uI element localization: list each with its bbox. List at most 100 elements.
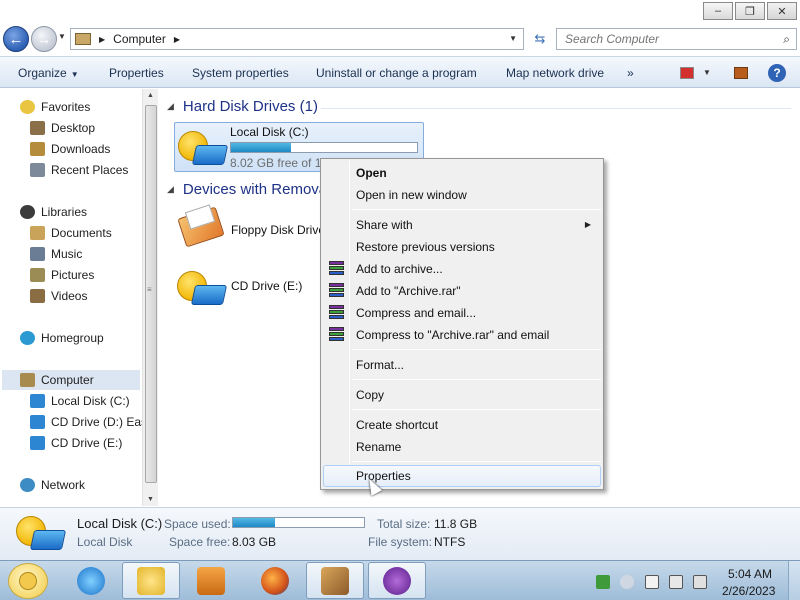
sidebar-item-libraries[interactable]: Libraries — [20, 202, 87, 222]
menu-item-open-new-window[interactable]: Open in new window — [323, 184, 601, 206]
start-orb-icon — [19, 572, 37, 590]
local-disk-icon — [30, 394, 45, 408]
recent-pages-dropdown[interactable]: ▼ — [58, 32, 66, 41]
group-header-hard-disk-drives[interactable]: ◢ Hard Disk Drives (1) — [167, 98, 318, 115]
archiver-icon — [321, 566, 349, 595]
sidebar-item-cd-drive-d[interactable]: CD Drive (D:) Eas — [30, 412, 147, 432]
action-center-flag-icon[interactable] — [645, 575, 659, 589]
breadcrumb-separator-icon[interactable]: ▶ — [99, 35, 105, 44]
organize-button[interactable]: Organize ▼ — [18, 66, 79, 80]
back-button[interactable]: ← — [3, 26, 29, 52]
change-view-icon[interactable] — [680, 67, 694, 79]
search-input[interactable] — [565, 32, 765, 46]
cd-drive-name[interactable]: CD Drive (E:) — [231, 279, 302, 293]
group-header-removable-storage[interactable]: ◢ Devices with Remova — [167, 181, 327, 198]
scrollbar-grip-icon: ≡ — [147, 285, 152, 294]
sidebar-item-videos[interactable]: Videos — [30, 286, 87, 306]
taskbar-media-player[interactable] — [182, 562, 240, 599]
pictures-icon — [30, 268, 45, 282]
maximize-button[interactable]: ❐ — [735, 2, 765, 20]
details-pane: Local Disk (C:) Local Disk Space used: S… — [0, 507, 800, 560]
preview-pane-icon[interactable] — [734, 67, 748, 79]
minimize-button[interactable]: – — [703, 2, 733, 20]
menu-item-copy[interactable]: Copy — [323, 384, 601, 406]
menu-item-restore-previous-versions[interactable]: Restore previous versions — [323, 236, 601, 258]
menu-item-share-with[interactable]: Share with ▶ — [323, 214, 601, 236]
forward-button[interactable]: → — [31, 26, 57, 52]
menu-item-add-to-archive-rar[interactable]: Add to "Archive.rar" — [323, 280, 601, 302]
scroll-down-icon[interactable]: ▼ — [147, 496, 154, 503]
winrar-icon — [329, 261, 344, 277]
sidebar-item-documents[interactable]: Documents — [30, 223, 112, 243]
taskbar-archiver[interactable] — [306, 562, 364, 599]
taskbar-firefox[interactable] — [246, 562, 304, 599]
winrar-icon — [329, 305, 344, 321]
menu-separator — [352, 379, 601, 380]
sidebar-item-pictures[interactable]: Pictures — [30, 265, 94, 285]
sidebar-item-recent-places[interactable]: Recent Places — [30, 160, 128, 180]
collapse-triangle-icon[interactable]: ◢ — [167, 184, 174, 195]
clock-date[interactable]: 2/26/2023 — [722, 584, 775, 598]
show-desktop-button[interactable] — [788, 561, 800, 600]
system-properties-button[interactable]: System properties — [192, 66, 289, 80]
view-options-dropdown-icon[interactable]: ▼ — [703, 68, 711, 77]
search-icon[interactable]: ⌕ — [783, 32, 790, 47]
menu-item-add-to-archive[interactable]: Add to archive... — [323, 258, 601, 280]
address-dropdown-icon[interactable]: ▼ — [509, 34, 517, 43]
network-tray-icon[interactable] — [596, 575, 610, 589]
computer-icon — [75, 33, 91, 45]
taskbar-yahoo-messenger[interactable] — [368, 562, 426, 599]
uninstall-program-button[interactable]: Uninstall or change a program — [316, 66, 477, 80]
sidebar-item-cd-drive-e[interactable]: CD Drive (E:) — [30, 433, 122, 453]
messenger-tray-icon[interactable] — [620, 575, 634, 589]
drive-usage-fill — [231, 143, 291, 152]
total-size-value: 11.8 GB — [434, 517, 478, 531]
videos-icon — [30, 289, 45, 303]
menu-item-format[interactable]: Format... — [323, 354, 601, 376]
sidebar-item-favorites[interactable]: Favorites — [20, 97, 90, 117]
floppy-disk-icon[interactable] — [177, 204, 225, 248]
sidebar-item-computer[interactable]: Computer — [2, 370, 140, 390]
menu-item-open[interactable]: Open — [323, 162, 601, 184]
sidebar-item-music[interactable]: Music — [30, 244, 82, 264]
breadcrumb-computer[interactable]: Computer — [113, 32, 166, 46]
clock-time[interactable]: 5:04 AM — [728, 567, 772, 581]
start-button[interactable] — [8, 563, 48, 599]
taskbar-windows-explorer[interactable] — [122, 562, 180, 599]
help-icon[interactable]: ? — [768, 64, 786, 82]
collapse-triangle-icon[interactable]: ◢ — [167, 101, 174, 112]
breadcrumb-chevron-icon[interactable]: ▶ — [174, 35, 180, 44]
sidebar-item-network[interactable]: Network — [20, 475, 85, 495]
menu-item-compress-and-email[interactable]: Compress and email... — [323, 302, 601, 324]
close-button[interactable]: ✕ — [767, 2, 797, 20]
space-free-value: 8.03 GB — [232, 535, 277, 549]
firefox-icon — [261, 566, 289, 595]
context-menu: Open Open in new window Share with ▶ Rest… — [320, 158, 604, 490]
volume-muted-icon[interactable] — [693, 575, 707, 589]
cd-drive-icon — [30, 415, 45, 429]
sidebar-item-desktop[interactable]: Desktop — [30, 118, 95, 138]
menu-separator — [352, 409, 601, 410]
scrollbar-thumb[interactable] — [145, 105, 157, 483]
recent-places-icon — [30, 163, 45, 177]
homegroup-icon — [20, 331, 35, 345]
properties-button[interactable]: Properties — [109, 66, 164, 80]
network-status-icon[interactable] — [669, 575, 683, 589]
map-network-drive-button[interactable]: Map network drive — [506, 66, 604, 80]
menu-item-create-shortcut[interactable]: Create shortcut — [323, 414, 601, 436]
refresh-button[interactable]: ⇆ — [528, 28, 552, 50]
sidebar-item-homegroup[interactable]: Homegroup — [20, 328, 104, 348]
menu-item-rename[interactable]: Rename — [323, 436, 601, 458]
floppy-drive-name[interactable]: Floppy Disk Drive — [231, 223, 325, 237]
taskbar: 5:04 AM 2/26/2023 — [0, 560, 800, 600]
sidebar-item-downloads[interactable]: Downloads — [30, 139, 110, 159]
search-box[interactable]: ⌕ — [556, 28, 797, 50]
nav-scrollbar[interactable]: ▲ ≡ ▼ — [142, 89, 158, 506]
taskbar-internet-explorer[interactable] — [62, 562, 120, 599]
cd-drive-icon[interactable] — [177, 269, 228, 309]
more-commands-button[interactable]: » — [627, 66, 634, 80]
menu-item-compress-rar-email[interactable]: Compress to "Archive.rar" and email — [323, 324, 601, 346]
address-box[interactable]: ▶ Computer ▶ ▼ — [70, 28, 524, 50]
sidebar-item-local-disk[interactable]: Local Disk (C:) — [30, 391, 130, 411]
scroll-up-icon[interactable]: ▲ — [147, 92, 154, 99]
